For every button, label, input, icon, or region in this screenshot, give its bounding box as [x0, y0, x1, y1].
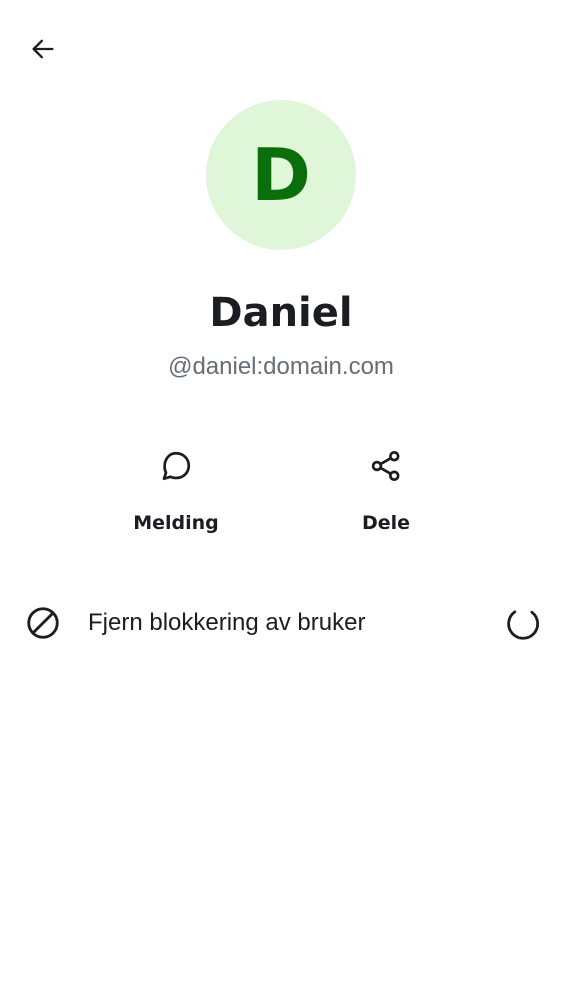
unblock-user-item[interactable]: Fjern blokkering av bruker [0, 590, 562, 654]
unblock-user-label: Fjern blokkering av bruker [88, 609, 366, 636]
avatar[interactable]: D [206, 100, 356, 250]
user-id: @daniel:domain.com [168, 353, 394, 380]
share-label: Dele [361, 512, 411, 534]
loading-spinner-icon [502, 604, 542, 644]
block-icon [24, 604, 62, 642]
message-button[interactable]: Melding [106, 440, 246, 550]
chat-bubble-icon [154, 444, 198, 488]
share-button[interactable]: Dele [316, 440, 456, 550]
back-button[interactable] [22, 30, 64, 72]
share-icon [364, 444, 408, 488]
arrow-left-icon [29, 35, 57, 68]
display-name: Daniel [209, 290, 353, 336]
message-label: Melding [133, 512, 219, 534]
avatar-initial: D [251, 133, 311, 217]
